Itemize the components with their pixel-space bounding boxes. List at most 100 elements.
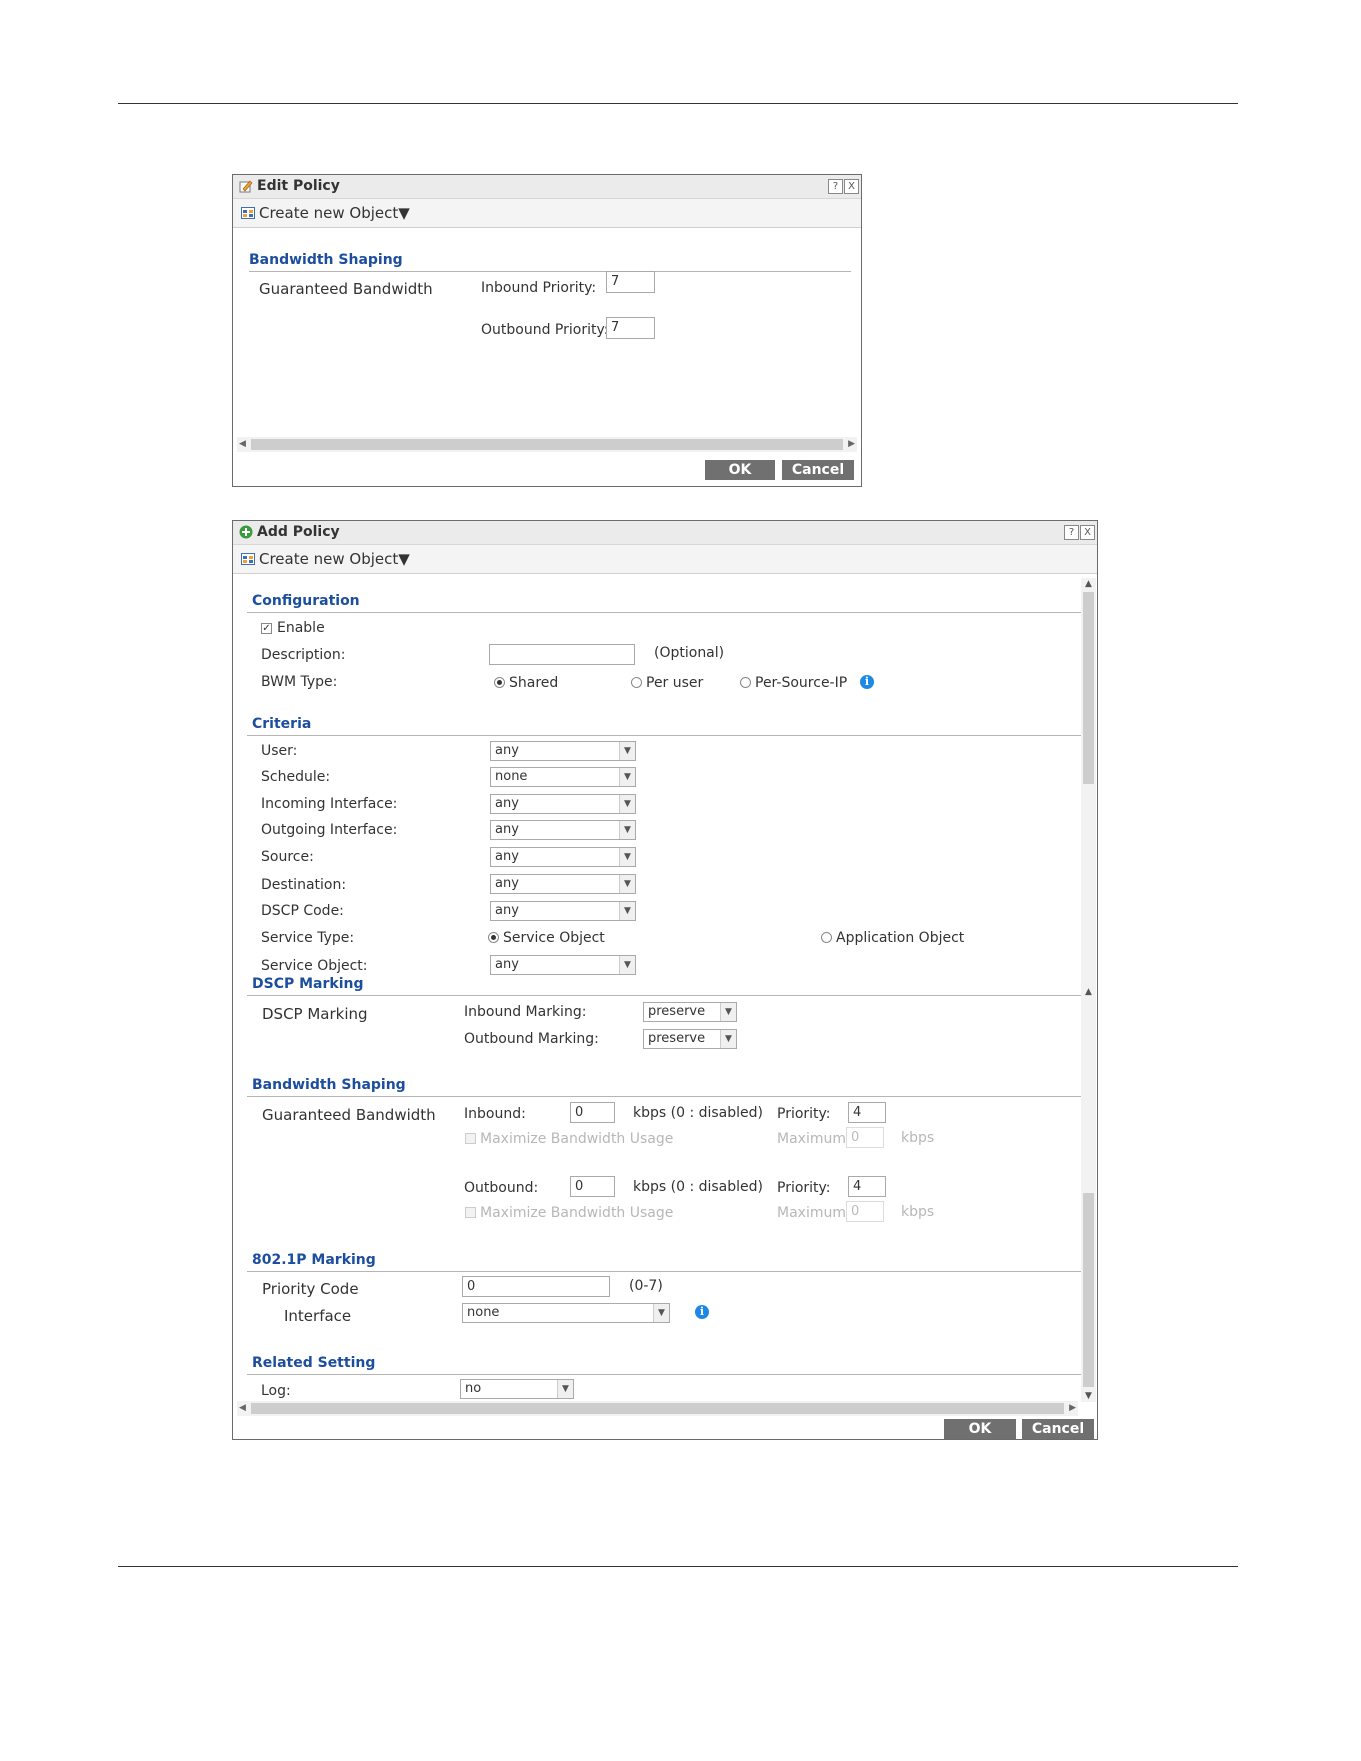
outbound-marking-value: preserve (648, 1031, 706, 1046)
chevron-down-icon[interactable]: ▼ (619, 795, 635, 813)
log-select[interactable]: no ▼ (460, 1379, 574, 1399)
chevron-down-icon[interactable]: ▼ (619, 956, 635, 974)
outgoing-interface-value: any (495, 822, 519, 837)
service-object-select[interactable]: any ▼ (490, 955, 636, 975)
edit-dialog-titlebar[interactable]: Edit Policy ? X (233, 175, 861, 199)
scroll-right-icon[interactable]: ▶ (848, 437, 855, 452)
add-dialog-titlebar[interactable]: Add Policy ? X (233, 521, 1097, 545)
outbound-priority-input[interactable]: 4 (848, 1176, 886, 1197)
inbound-marking-select[interactable]: preserve ▼ (643, 1002, 737, 1022)
user-select[interactable]: any ▼ (490, 741, 636, 761)
create-new-object-menu[interactable]: Create new Object▼ (259, 550, 410, 568)
bwm-shared-radio[interactable] (494, 677, 505, 688)
inbound-maximum-input[interactable]: 0 (846, 1127, 884, 1148)
scroll-left-icon[interactable]: ◀ (239, 1401, 246, 1416)
scroll-up-icon[interactable]: ▲ (1081, 987, 1096, 997)
bwm-per-source-ip-radio[interactable] (740, 677, 751, 688)
outbound-maximize-checkbox[interactable] (465, 1207, 476, 1218)
object-icon (241, 207, 255, 219)
header-rule (118, 103, 1238, 104)
cancel-button[interactable]: Cancel (1022, 1419, 1094, 1439)
chevron-down-icon[interactable]: ▼ (619, 902, 635, 920)
section-divider (249, 271, 851, 272)
vertical-scrollbar[interactable]: ▲ ▲ ▼ (1081, 578, 1096, 1402)
dscp-code-select[interactable]: any ▼ (490, 901, 636, 921)
inbound-maximum-label: Maximum: (777, 1131, 851, 1147)
close-icon[interactable]: X (1080, 525, 1095, 540)
outbound-maximize-label: Maximize Bandwidth Usage (480, 1205, 674, 1221)
incoming-interface-select[interactable]: any ▼ (490, 794, 636, 814)
source-value: any (495, 849, 519, 864)
scroll-right-icon[interactable]: ▶ (1069, 1401, 1076, 1416)
destination-label: Destination: (261, 877, 347, 893)
dscp-code-label: DSCP Code: (261, 903, 344, 919)
footer-rule (118, 1566, 1238, 1567)
outbound-kbps-hint: kbps (0 : disabled) (633, 1179, 763, 1195)
horizontal-scrollbar[interactable]: ◀ ▶ (237, 1401, 1078, 1416)
guaranteed-bandwidth-label: Guaranteed Bandwidth (259, 280, 433, 298)
scroll-left-icon[interactable]: ◀ (239, 437, 246, 452)
bwm-per-user-radio[interactable] (631, 677, 642, 688)
chevron-down-icon[interactable]: ▼ (619, 821, 635, 839)
log-label: Log: (261, 1383, 291, 1399)
outgoing-interface-select[interactable]: any ▼ (490, 820, 636, 840)
add-dialog-toolbar: Create new Object▼ (233, 545, 1097, 574)
service-object-radio[interactable] (488, 932, 499, 943)
interface-select[interactable]: none ▼ (462, 1303, 670, 1323)
priority-code-input[interactable]: 0 (462, 1276, 610, 1297)
service-type-label: Service Type: (261, 930, 355, 946)
create-new-object-menu[interactable]: Create new Object▼ (259, 204, 410, 222)
object-icon (241, 553, 255, 565)
chevron-down-icon[interactable]: ▼ (619, 875, 635, 893)
inbound-maximum-unit: kbps (901, 1130, 935, 1146)
inbound-marking-value: preserve (648, 1004, 706, 1019)
outbound-priority-input[interactable]: 7 (606, 317, 655, 339)
ok-button[interactable]: OK (944, 1419, 1016, 1439)
p8021-marking-header: 802.1P Marking (252, 1252, 376, 1268)
chevron-down-icon[interactable]: ▼ (720, 1003, 736, 1021)
info-icon[interactable]: i (695, 1305, 709, 1319)
scroll-thumb[interactable] (1083, 1193, 1094, 1387)
help-icon[interactable]: ? (828, 179, 843, 194)
description-input[interactable] (489, 644, 635, 665)
source-label: Source: (261, 849, 314, 865)
ok-button[interactable]: OK (705, 460, 775, 480)
configuration-header: Configuration (252, 593, 360, 609)
section-divider (247, 1271, 1081, 1272)
outbound-bandwidth-input[interactable]: 0 (570, 1176, 615, 1197)
scroll-thumb[interactable] (251, 439, 843, 450)
outbound-maximum-input[interactable]: 0 (846, 1201, 884, 1222)
info-icon[interactable]: i (860, 675, 874, 689)
inbound-bandwidth-input[interactable]: 0 (570, 1102, 615, 1123)
help-icon[interactable]: ? (1064, 525, 1079, 540)
inbound-maximize-checkbox[interactable] (465, 1133, 476, 1144)
bwm-shared-label: Shared (509, 675, 559, 691)
chevron-down-icon[interactable]: ▼ (619, 768, 635, 786)
scroll-down-icon[interactable]: ▼ (1081, 1391, 1096, 1401)
chevron-down-icon[interactable]: ▼ (720, 1030, 736, 1048)
close-icon[interactable]: X (844, 179, 859, 194)
chevron-down-icon[interactable]: ▼ (619, 848, 635, 866)
inbound-priority-input[interactable]: 4 (848, 1102, 886, 1123)
outbound-label: Outbound: (464, 1180, 539, 1196)
inbound-priority-input[interactable]: 7 (606, 271, 655, 293)
scroll-up-icon[interactable]: ▲ (1081, 579, 1096, 589)
application-object-radio[interactable] (821, 932, 832, 943)
chevron-down-icon[interactable]: ▼ (619, 742, 635, 760)
edit-dialog-toolbar: Create new Object▼ (233, 199, 861, 228)
bwm-per-source-ip-label: Per-Source-IP (755, 675, 848, 691)
outbound-marking-select[interactable]: preserve ▼ (643, 1029, 737, 1049)
cancel-button[interactable]: Cancel (782, 460, 854, 480)
priority-code-range: (0-7) (629, 1278, 663, 1294)
scroll-thumb[interactable] (251, 1403, 1064, 1414)
source-select[interactable]: any ▼ (490, 847, 636, 867)
chevron-down-icon[interactable]: ▼ (557, 1380, 573, 1398)
horizontal-scrollbar[interactable]: ◀ ▶ (237, 437, 857, 452)
chevron-down-icon[interactable]: ▼ (653, 1304, 669, 1322)
schedule-select[interactable]: none ▼ (490, 767, 636, 787)
user-value: any (495, 743, 519, 758)
scroll-thumb[interactable] (1083, 592, 1094, 784)
destination-select[interactable]: any ▼ (490, 874, 636, 894)
enable-checkbox[interactable]: ✓ (261, 623, 272, 634)
schedule-value: none (495, 769, 528, 784)
